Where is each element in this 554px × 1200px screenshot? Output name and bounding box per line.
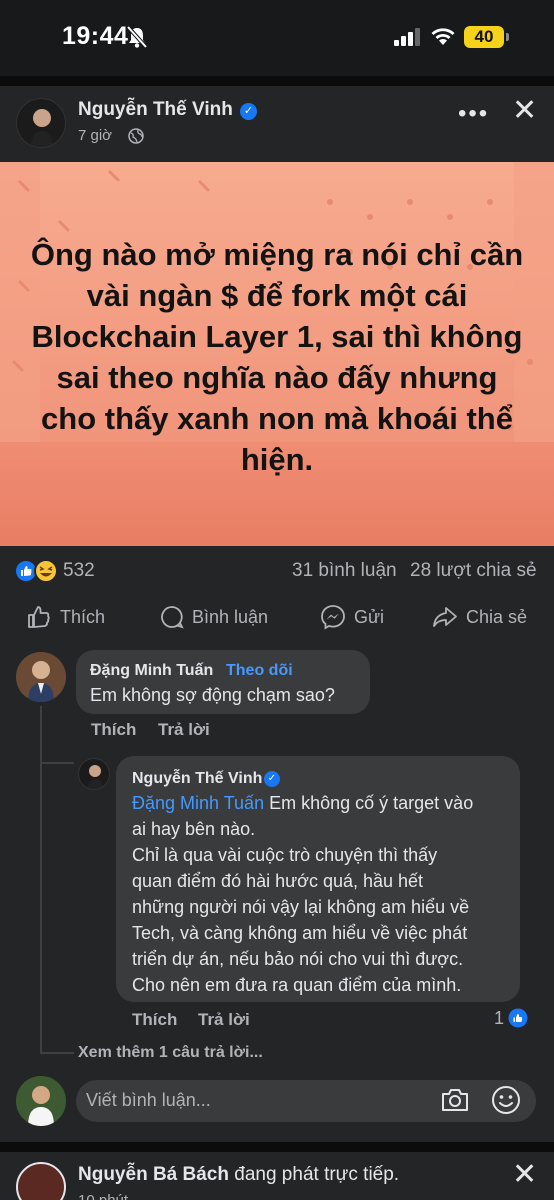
comment-like-link[interactable]: Thích xyxy=(91,720,136,740)
share-arrow-icon xyxy=(433,607,457,627)
current-user-avatar-image xyxy=(16,1076,66,1126)
comment-count[interactable]: 31 bình luận xyxy=(292,560,397,582)
post-time: 7 giờ xyxy=(78,127,113,144)
reply-author-name[interactable]: Nguyễn Thế Vinh xyxy=(132,770,262,788)
like-button[interactable]: Thích xyxy=(26,602,105,632)
bell-slash-icon xyxy=(126,25,148,49)
see-more-replies-link[interactable]: Xem thêm 1 câu trả lời... xyxy=(78,1044,263,1062)
battery-indicator: 40 xyxy=(464,26,504,48)
reply-text-line: Cho nên em đưa ra quan điểm của mình. xyxy=(132,975,462,995)
next-post-title[interactable]: Nguyễn Bá Bách đang phát trực tiếp. xyxy=(78,1164,399,1186)
share-button-label: Chia sẻ xyxy=(466,606,528,627)
commenter-avatar-image xyxy=(16,652,66,702)
emoji-icon[interactable] xyxy=(490,1084,522,1116)
reply-reply-link[interactable]: Trả lời xyxy=(198,1010,250,1030)
send-button-label: Gửi xyxy=(354,606,385,627)
reply-text-line: quan điểm đó hài hước quá, hầu hết xyxy=(132,871,424,891)
reply-like-count[interactable]: 1 xyxy=(494,1008,504,1029)
like-button-label: Thích xyxy=(60,606,106,627)
comment-button-label: Bình luận xyxy=(192,606,269,627)
comment-text: Em không sợ động chạm sao? xyxy=(90,685,335,705)
next-post-title-rest: đang phát trực tiếp. xyxy=(228,1164,400,1185)
reaction-count[interactable]: 532 xyxy=(63,560,95,582)
next-post-card: Nguyễn Bá Bách đang phát trực tiếp. 10 p… xyxy=(0,1152,554,1200)
post-author-name[interactable]: Nguyễn Thế Vinh xyxy=(78,99,233,121)
reply-text-line: ai hay bên nào. xyxy=(132,819,256,839)
more-replies-connector xyxy=(40,1052,74,1054)
verified-badge-icon: ✓ xyxy=(240,103,257,120)
battery-tip xyxy=(506,33,509,41)
comment-bubble[interactable]: Đặng Minh Tuấn Theo dõi Em không sợ động… xyxy=(76,650,370,714)
commenter-avatar[interactable] xyxy=(16,652,66,702)
next-post-close-icon[interactable]: ✕ xyxy=(512,1160,537,1190)
reply-text-line: Chỉ là qua vài cuộc trò chuyện thì thấy xyxy=(132,845,438,865)
reply-like-link[interactable]: Thích xyxy=(132,1010,177,1030)
reply-mention[interactable]: Đặng Minh Tuấn xyxy=(132,793,264,813)
like-reaction-icon xyxy=(508,1008,528,1028)
thread-line xyxy=(40,706,42,1054)
current-user-avatar xyxy=(16,1076,66,1126)
next-post-time: 10 phút xyxy=(78,1192,128,1200)
messenger-icon xyxy=(321,605,345,630)
signal-icon xyxy=(394,28,420,46)
status-bar: 19:44 40 xyxy=(0,0,554,76)
globe-icon xyxy=(128,128,144,144)
reply-avatar-image xyxy=(87,765,103,789)
send-button[interactable]: Gửi xyxy=(320,602,384,632)
camera-icon[interactable] xyxy=(440,1086,470,1114)
image-caption-text: Ông nào mở miệng ra nói chỉ cần vài ngàn… xyxy=(30,237,524,477)
reply-author-avatar[interactable] xyxy=(78,758,110,790)
reply-text-line: những người nói vậy lại không am hiểu về xyxy=(132,897,470,917)
reply-text-body: ai hay bên nào. Chỉ là qua vài cuộc trò … xyxy=(132,816,469,998)
reply-connector-line xyxy=(42,762,74,764)
reply-verified-badge-icon: ✓ xyxy=(264,771,280,787)
comment-reply-link[interactable]: Trả lời xyxy=(158,720,210,740)
follow-button[interactable]: Theo dõi xyxy=(226,662,293,680)
reply-first-line-text: Em không cố ý target vào xyxy=(264,793,474,813)
reply-bubble[interactable]: Nguyễn Thế Vinh ✓ Đặng Minh Tuấn Em khôn… xyxy=(116,756,520,1002)
next-post-author[interactable]: Nguyễn Bá Bách xyxy=(78,1164,229,1185)
reply-first-line: Đặng Minh Tuấn Em không cố ý target vào xyxy=(132,790,473,816)
avatar-image xyxy=(31,109,53,147)
comment-author-name[interactable]: Đặng Minh Tuấn xyxy=(90,662,213,680)
share-count[interactable]: 28 lượt chia sẻ xyxy=(410,560,537,582)
post-card: Nguyễn Thế Vinh ✓ 7 giờ ••• ✕ Ông nào mở… xyxy=(0,86,554,1142)
comment-bubble-icon xyxy=(161,606,184,629)
reply-text-line: Tech, và càng không am hiểu về việc phát xyxy=(132,923,468,943)
wifi-icon xyxy=(431,28,455,45)
close-icon[interactable]: ✕ xyxy=(512,96,537,126)
status-time: 19:44 xyxy=(62,22,129,50)
reply-text-line: triển dự án, nếu bảo nói cho vui thì đượ… xyxy=(132,949,464,969)
reaction-icons[interactable] xyxy=(14,558,60,584)
thumbs-up-icon xyxy=(28,606,50,628)
post-image[interactable]: Ông nào mở miệng ra nói chỉ cần vài ngàn… xyxy=(0,162,554,546)
comment-button[interactable]: Bình luận xyxy=(160,602,268,632)
author-avatar[interactable] xyxy=(16,98,66,148)
next-post-avatar[interactable] xyxy=(16,1162,66,1200)
comment-input-placeholder: Viết bình luận... xyxy=(86,1090,211,1110)
comment-input[interactable]: Viết bình luận... xyxy=(76,1080,536,1122)
share-button[interactable]: Chia sẻ xyxy=(432,602,527,632)
more-options-icon[interactable]: ••• xyxy=(458,100,489,128)
